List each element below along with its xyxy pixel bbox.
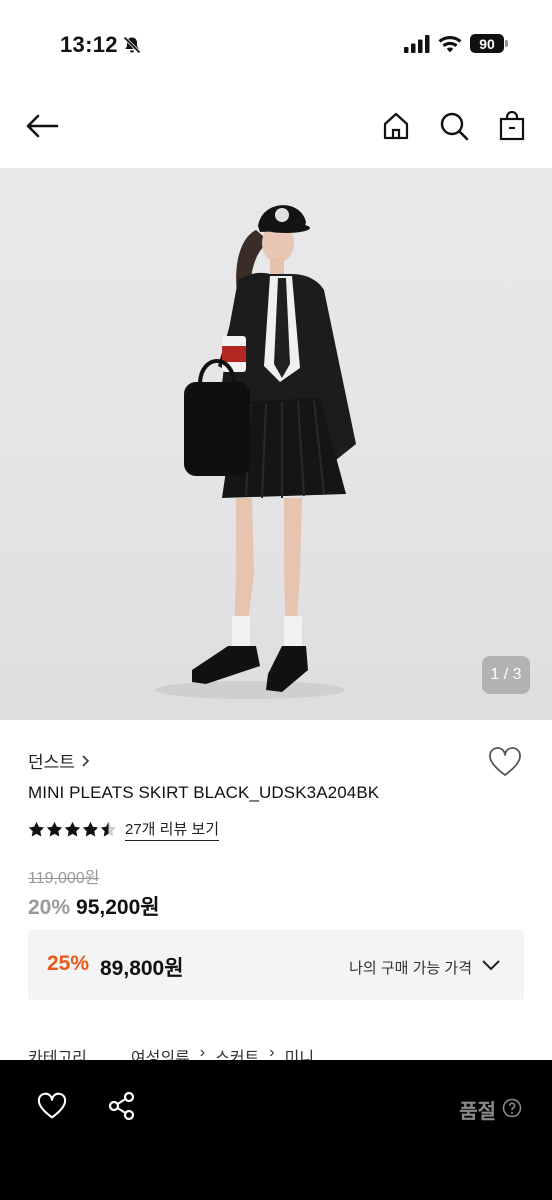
discount-percent: 20% [28, 896, 71, 919]
star-icon [64, 821, 81, 837]
share-icon [108, 1091, 135, 1121]
battery-indicator: 90 [470, 34, 508, 53]
star-half-icon [100, 821, 117, 837]
status-bar: 13:12 90 [0, 0, 552, 90]
brand-name: 던스트 [28, 753, 75, 772]
model-photo [155, 205, 356, 699]
star-rating [28, 821, 117, 838]
chevron-right-icon [82, 754, 90, 767]
benefit-percent: 25% [47, 952, 90, 975]
brand-link[interactable]: 던스트 [28, 748, 91, 773]
rating-row: 27개 리뷰 보기 [28, 818, 220, 841]
product-name: MINI PLEATS SKIRT BLACK_UDSK3A204BK [28, 783, 380, 802]
bell-off-icon [123, 36, 141, 54]
heart-outline-icon [489, 747, 521, 776]
wifi-icon [438, 35, 462, 52]
back-arrow-icon [26, 114, 59, 138]
my-price-box[interactable]: 25% 89,800원 나의 구매 가능 가격 [28, 930, 524, 1000]
image-counter: 1 / 3 [482, 656, 530, 694]
star-icon [82, 821, 99, 837]
home-icon [383, 112, 409, 140]
search-icon [440, 112, 469, 141]
sale-price: 95,200원 [76, 896, 160, 919]
benefit-price: 89,800원 [100, 957, 184, 980]
cellular-signal-icon [404, 34, 430, 53]
cart-button[interactable] [494, 108, 530, 144]
chevron-down-icon [482, 960, 500, 971]
star-icon [28, 821, 45, 837]
soldout-label: 품절 [459, 1101, 496, 1123]
star-icon [46, 821, 63, 837]
status-time: 13:12 [60, 32, 118, 57]
back-button[interactable] [24, 108, 60, 144]
search-button[interactable] [436, 108, 472, 144]
bottom-action-bar: 품절 [0, 1060, 552, 1200]
home-button[interactable] [378, 108, 414, 144]
shopping-bag-icon [499, 111, 525, 141]
share-button[interactable] [106, 1090, 138, 1122]
wishlist-button[interactable] [488, 746, 522, 780]
heart-outline-icon [37, 1092, 67, 1119]
battery-level: 90 [479, 35, 495, 52]
review-link[interactable]: 27개 리뷰 보기 [125, 818, 220, 841]
top-navigation [0, 96, 552, 160]
benefit-label: 나의 구매 가능 가격 [349, 960, 472, 977]
like-button[interactable] [36, 1090, 68, 1122]
sale-price-row: 20% 95,200원 [28, 891, 160, 921]
original-price: 119,000원 [28, 870, 100, 887]
help-circle-icon[interactable] [502, 1098, 522, 1118]
product-image[interactable]: 1 / 3 [0, 168, 552, 720]
